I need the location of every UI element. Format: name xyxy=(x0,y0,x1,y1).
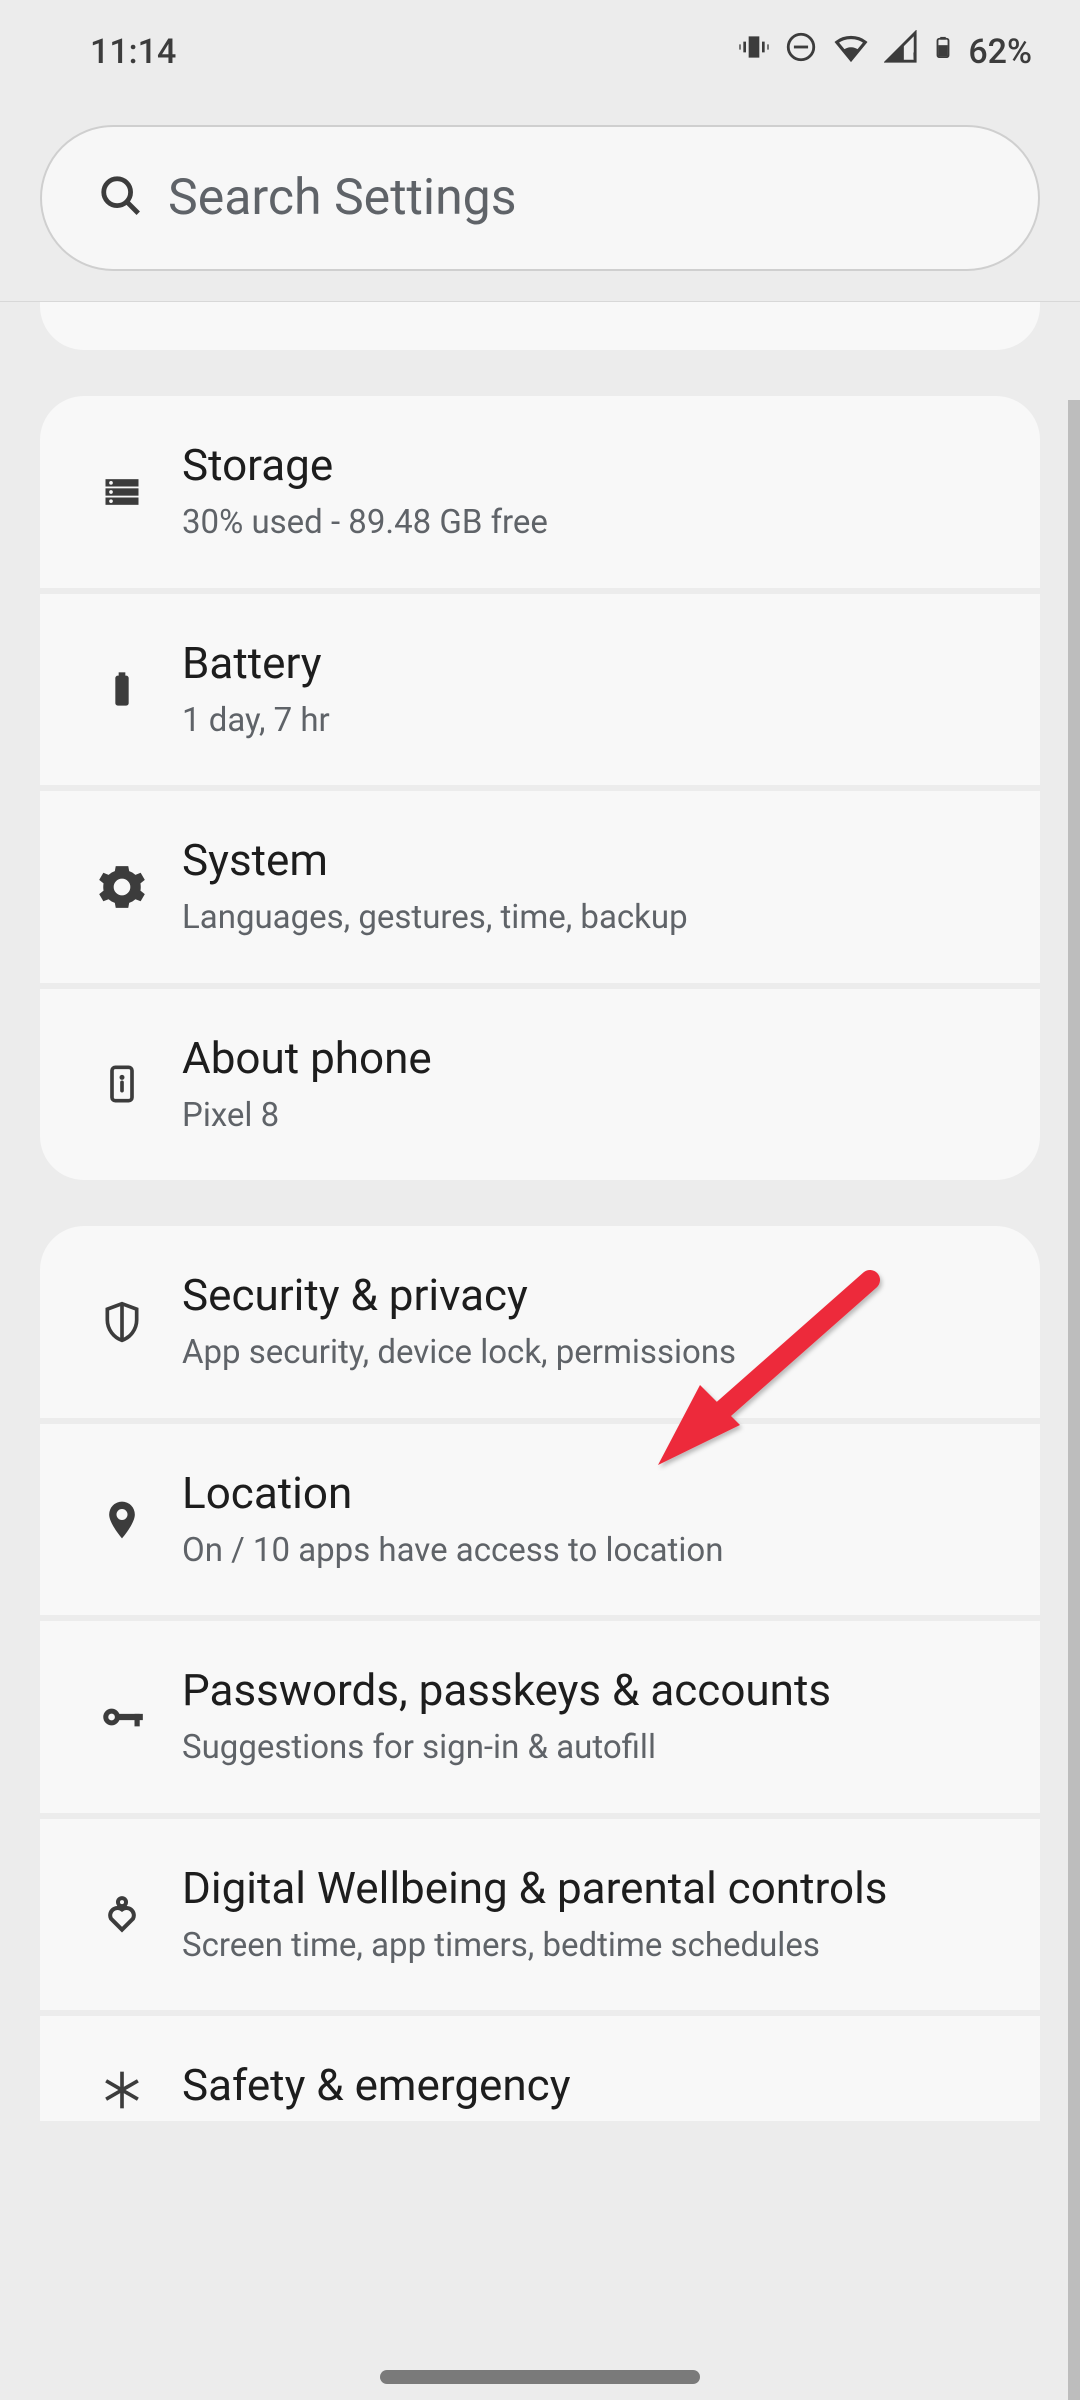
settings-list: Storage 30% used - 89.48 GB free Battery… xyxy=(0,302,1080,2121)
status-bar: 11:14 ! 62% xyxy=(0,0,1080,85)
settings-item-battery[interactable]: Battery 1 day, 7 hr xyxy=(40,594,1040,786)
settings-item-title: Passwords, passkeys & accounts xyxy=(182,1663,1008,1718)
settings-item-safety-emergency[interactable]: Safety & emergency xyxy=(40,2016,1040,2121)
settings-item-subtitle: Pixel 8 xyxy=(182,1094,1008,1139)
settings-item-subtitle: Languages, gestures, time, backup xyxy=(182,896,1008,941)
battery-status-icon xyxy=(932,29,954,74)
settings-item-title: Security & privacy xyxy=(182,1268,1008,1323)
search-section: Search Settings xyxy=(0,85,1080,302)
settings-item-subtitle: App security, device lock, permissions xyxy=(182,1331,1008,1376)
wellbeing-icon xyxy=(62,1893,182,1937)
settings-item-title: Battery xyxy=(182,636,1008,691)
settings-item-title: System xyxy=(182,833,1008,888)
settings-group: Storage 30% used - 89.48 GB free Battery… xyxy=(40,396,1040,1180)
settings-group: Security & privacy App security, device … xyxy=(40,1226,1040,2121)
status-right: ! 62% xyxy=(738,28,1032,75)
vibrate-icon xyxy=(738,31,770,72)
shield-icon xyxy=(62,1300,182,1344)
settings-item-about-phone[interactable]: About phone Pixel 8 xyxy=(40,989,1040,1181)
asterisk-icon xyxy=(62,2068,182,2112)
storage-icon xyxy=(62,470,182,514)
status-time: 11:14 xyxy=(90,32,176,72)
signal-icon: ! xyxy=(884,30,918,73)
gesture-nav-bar[interactable] xyxy=(380,2370,700,2384)
partial-card-above[interactable] xyxy=(40,302,1040,350)
wifi-icon xyxy=(832,28,870,75)
settings-item-security-privacy[interactable]: Security & privacy App security, device … xyxy=(40,1226,1040,1418)
settings-item-system[interactable]: System Languages, gestures, time, backup xyxy=(40,791,1040,983)
key-icon xyxy=(62,1692,182,1742)
battery-percentage: 62% xyxy=(968,32,1032,72)
settings-item-storage[interactable]: Storage 30% used - 89.48 GB free xyxy=(40,396,1040,588)
settings-item-title: Storage xyxy=(182,438,1008,493)
phone-info-icon xyxy=(62,1064,182,1104)
battery-icon xyxy=(62,669,182,709)
dnd-icon xyxy=(784,30,818,73)
settings-item-title: Location xyxy=(182,1466,1008,1521)
settings-item-title: Digital Wellbeing & parental controls xyxy=(182,1861,1008,1916)
settings-item-subtitle: 1 day, 7 hr xyxy=(182,699,1008,744)
search-icon xyxy=(98,173,144,223)
settings-item-title: Safety & emergency xyxy=(182,2058,1008,2113)
svg-text:!: ! xyxy=(913,51,917,64)
settings-item-subtitle: Suggestions for sign-in & autofill xyxy=(182,1726,1008,1771)
gear-icon xyxy=(62,862,182,912)
settings-item-passwords[interactable]: Passwords, passkeys & accounts Suggestio… xyxy=(40,1621,1040,1813)
settings-item-location[interactable]: Location On / 10 apps have access to loc… xyxy=(40,1424,1040,1616)
scrollbar[interactable] xyxy=(1068,400,1080,2400)
settings-item-subtitle: Screen time, app timers, bedtime schedul… xyxy=(182,1924,1008,1969)
settings-item-digital-wellbeing[interactable]: Digital Wellbeing & parental controls Sc… xyxy=(40,1819,1040,2011)
location-icon xyxy=(62,1498,182,1542)
settings-item-subtitle: 30% used - 89.48 GB free xyxy=(182,501,1008,546)
settings-item-title: About phone xyxy=(182,1031,1008,1086)
search-placeholder: Search Settings xyxy=(168,169,517,227)
settings-item-subtitle: On / 10 apps have access to location xyxy=(182,1529,1008,1574)
search-settings-input[interactable]: Search Settings xyxy=(40,125,1040,271)
